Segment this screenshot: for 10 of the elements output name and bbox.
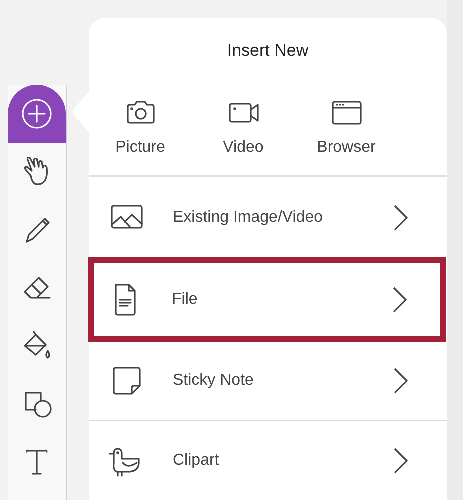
- add-icon: [19, 96, 55, 132]
- chevron-icon: [392, 286, 408, 314]
- tool-button[interactable]: [8, 85, 66, 143]
- chevron-icon: [393, 367, 409, 395]
- popover-title: Insert New: [226, 40, 310, 62]
- chevron-icon: [393, 446, 409, 474]
- chevron-icon: [393, 204, 409, 232]
- insert-option[interactable]: Picture: [89, 94, 192, 157]
- insert-option[interactable]: Browser: [295, 94, 398, 157]
- insert-option[interactable]: Video: [192, 94, 295, 157]
